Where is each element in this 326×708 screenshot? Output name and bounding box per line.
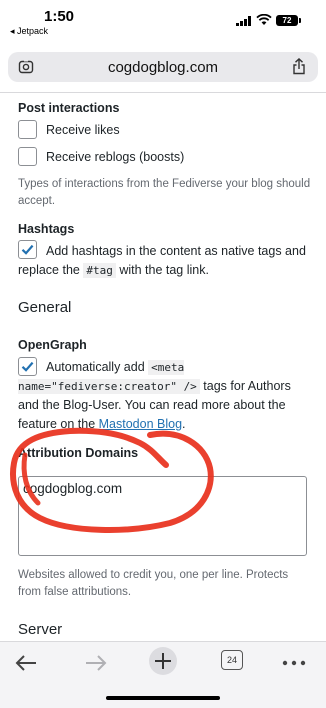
battery-tip [299, 18, 301, 23]
opengraph-heading: OpenGraph [18, 338, 87, 352]
more-menu-icon[interactable] [277, 650, 311, 676]
receive-likes-label[interactable]: Receive likes [46, 123, 120, 137]
attribution-domains-value: cogdogblog.com [23, 481, 123, 496]
cellular-signal-icon [236, 16, 251, 26]
back-to-app-link[interactable]: ◂ Jetpack [10, 26, 48, 37]
back-arrow-icon[interactable] [10, 650, 44, 676]
attribution-domains-textarea[interactable]: cogdogblog.com [18, 476, 307, 556]
browser-bottom-toolbar: 24 [0, 641, 326, 708]
address-bar[interactable]: cogdogblog.com [8, 52, 318, 82]
share-icon[interactable] [292, 58, 306, 75]
receive-reblogs-label[interactable]: Receive reblogs (boosts) [46, 150, 184, 164]
new-tab-button[interactable] [149, 647, 177, 675]
post-interactions-description: Types of interactions from the Fediverse… [18, 178, 311, 207]
receive-likes-checkbox[interactable] [18, 120, 37, 139]
general-heading: General [18, 299, 72, 316]
wifi-icon [256, 14, 272, 25]
attribution-domains-description: Websites allowed to credit you, one per … [18, 569, 289, 598]
opengraph-text: Automatically add <meta name="fediverse:… [18, 360, 291, 431]
attribution-domains-heading: Attribution Domains [18, 446, 139, 460]
forward-arrow-icon[interactable] [78, 650, 112, 676]
tabs-button[interactable]: 24 [221, 650, 243, 670]
battery-icon: 72 [276, 15, 298, 26]
url-text[interactable]: cogdogblog.com [8, 59, 318, 76]
home-indicator [106, 696, 220, 700]
status-time: 1:50 [44, 8, 75, 25]
receive-reblogs-checkbox[interactable] [18, 147, 37, 166]
post-interactions-heading: Post interactions [18, 101, 120, 115]
hashtags-text: Add hashtags in the content as native ta… [18, 244, 306, 278]
settings-content[interactable]: Post interactions Receive likes Receive … [0, 93, 326, 641]
tag-code: #tag [83, 263, 116, 278]
mastodon-blog-link[interactable]: Mastodon Blog [99, 417, 182, 431]
hashtags-heading: Hashtags [18, 222, 75, 236]
status-bar: 1:50 ◂ Jetpack 72 [0, 0, 326, 40]
server-heading: Server [18, 621, 63, 638]
plus-icon [155, 653, 171, 669]
